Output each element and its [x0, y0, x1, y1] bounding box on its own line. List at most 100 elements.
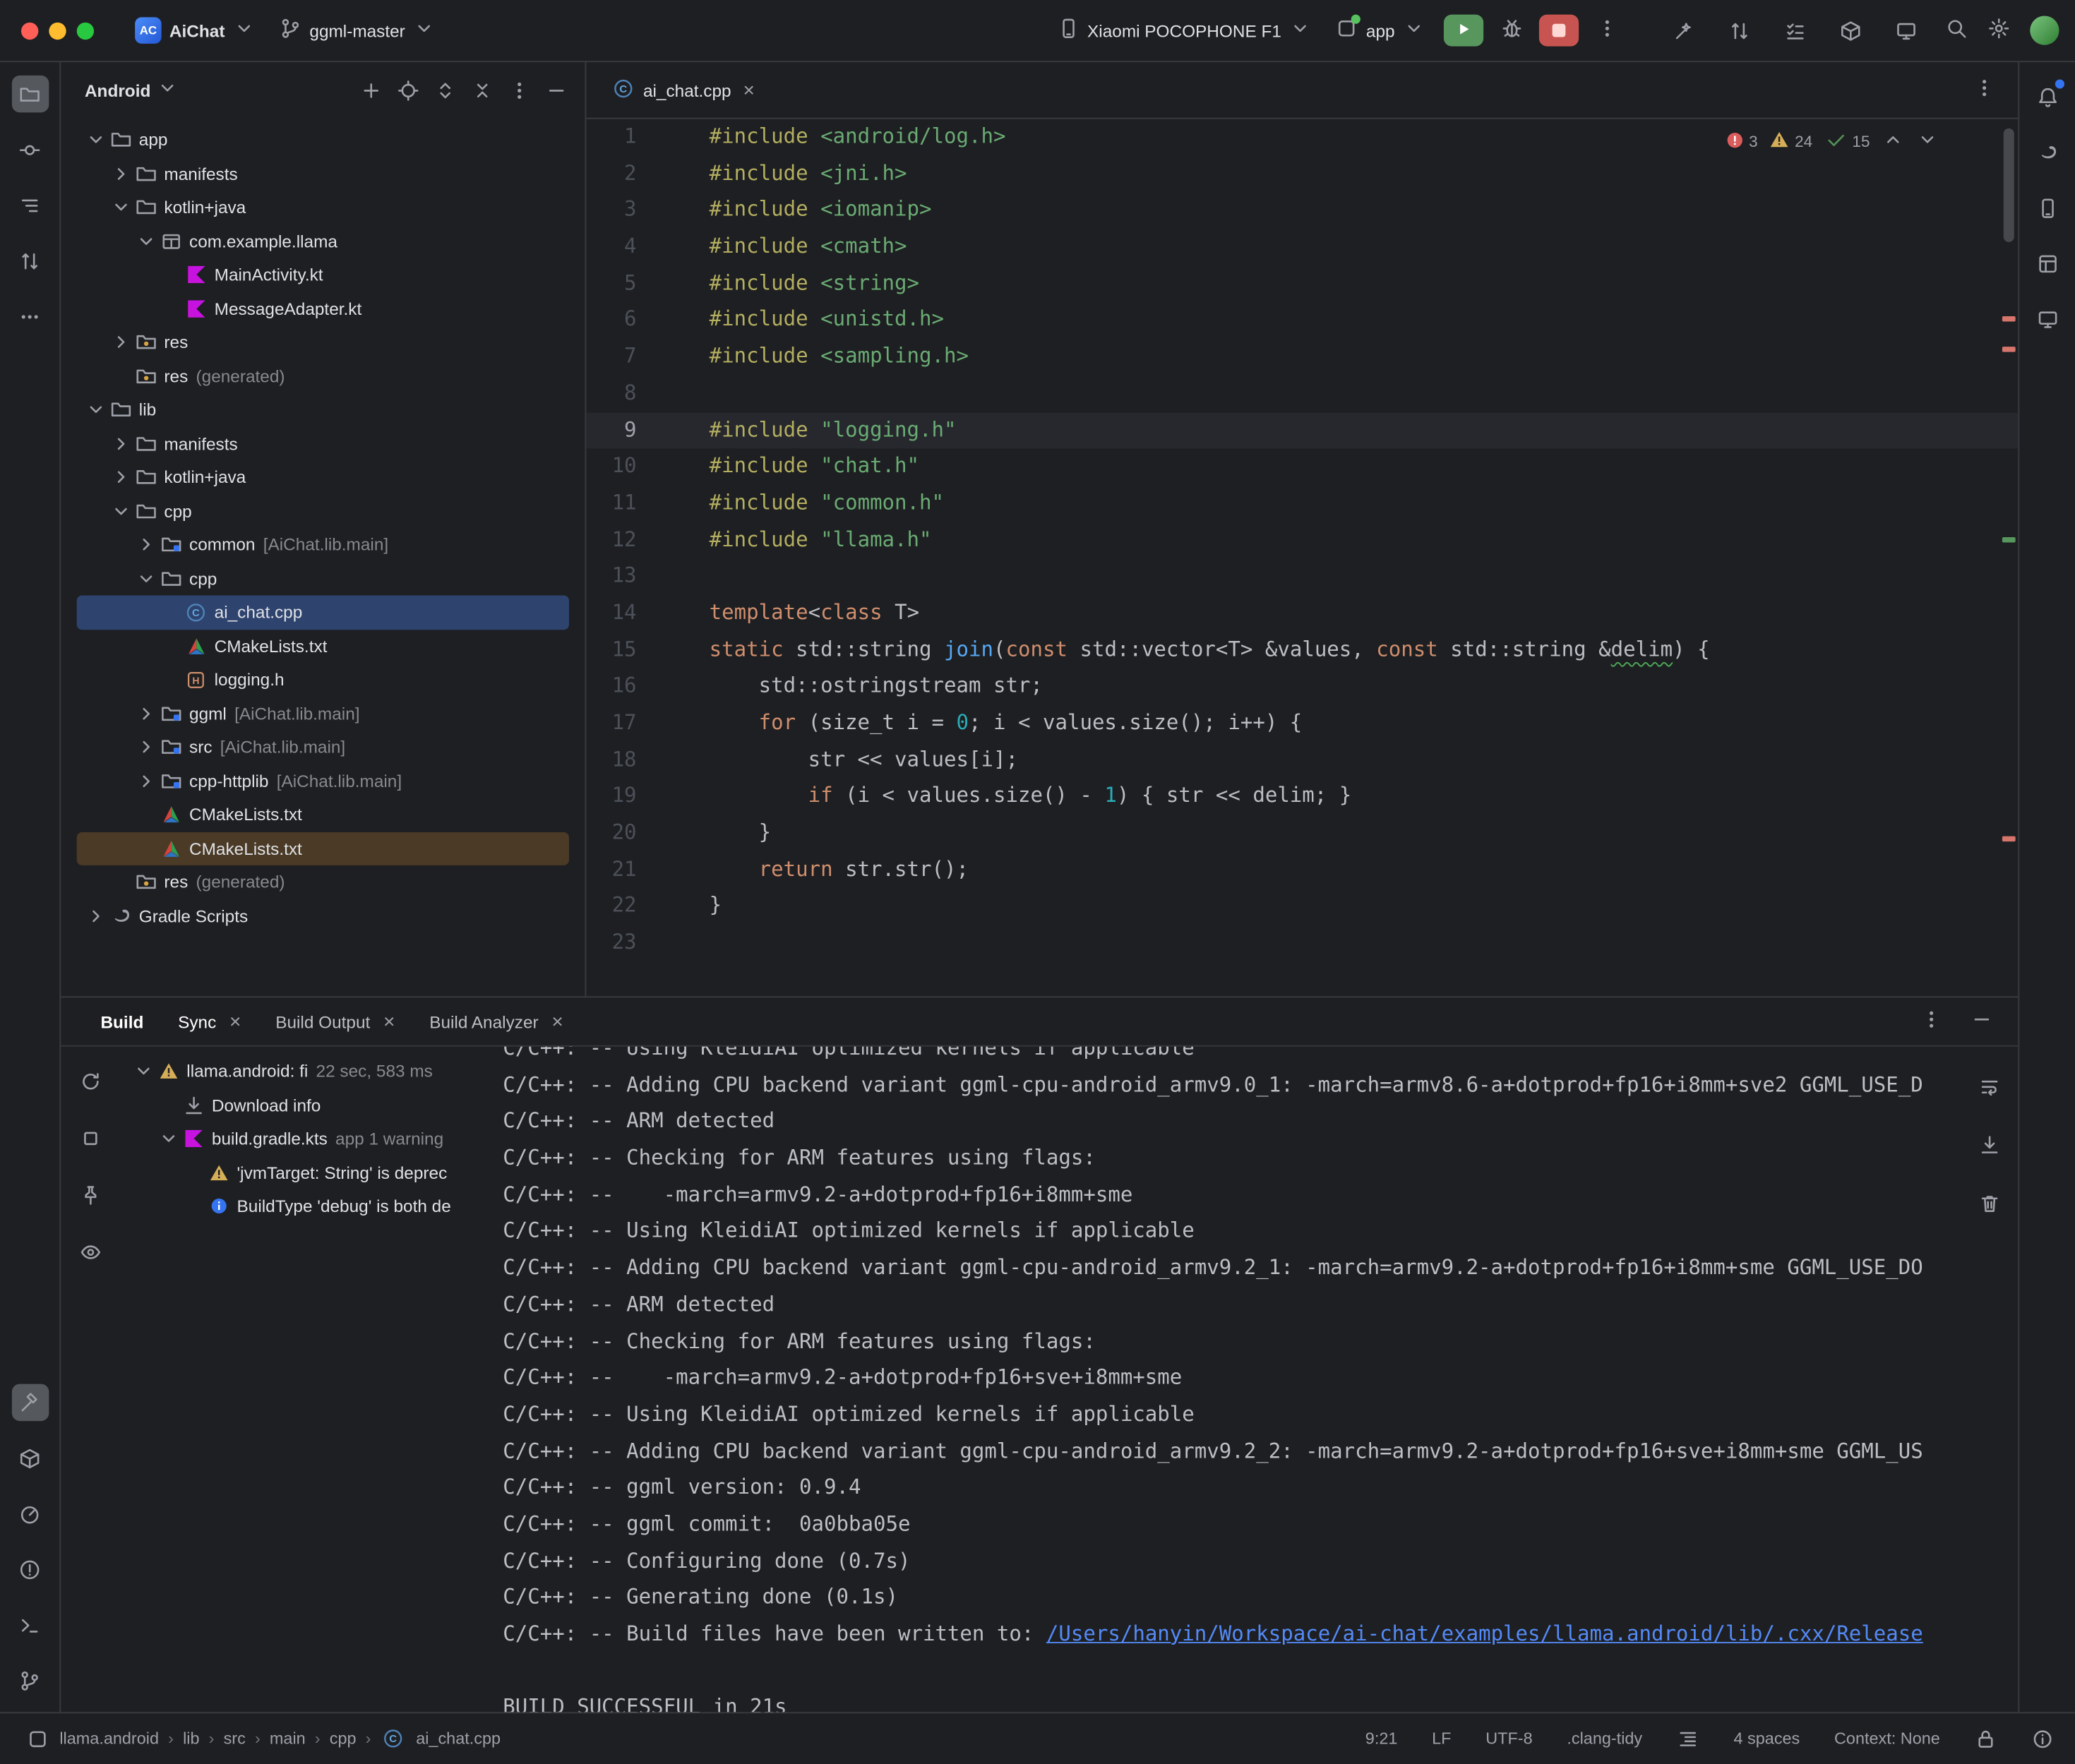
code-line[interactable]: 8 [586, 376, 2018, 412]
todo-button[interactable] [1776, 12, 1812, 49]
tool-stripe-problems-button[interactable] [11, 1551, 48, 1588]
tool-stripe-soft-wrap-button[interactable] [1971, 1068, 2007, 1105]
code-line[interactable]: 2#include <jni.h> [586, 156, 2018, 193]
close-tab-icon[interactable]: × [229, 1010, 241, 1033]
project-tree-item-com-example-llama[interactable]: com.example.llama [77, 224, 569, 258]
close-tab-icon[interactable]: × [551, 1010, 563, 1033]
breadcrumb-item[interactable]: cpp [330, 1729, 357, 1748]
context-widget[interactable]: Context: None [1834, 1729, 1940, 1748]
project-view-selector[interactable]: Android [85, 80, 150, 100]
build-tree-item-download-info[interactable]: Download info [124, 1088, 498, 1122]
info-circle-icon[interactable] [2031, 1727, 2054, 1750]
tool-stripe-project-button[interactable] [11, 76, 48, 112]
build-tree-item-jvmtarget-string-is-deprec[interactable]: 'jvmTarget: String' is deprec [124, 1156, 498, 1189]
tool-stripe-clear-all-button[interactable] [1971, 1184, 2007, 1221]
collapse-all-button[interactable] [466, 74, 498, 106]
breadcrumb-item[interactable]: src [224, 1729, 246, 1748]
hide-build-panel-button[interactable] [1963, 1003, 1999, 1040]
code-line[interactable]: 13 [586, 558, 2018, 595]
stop-button[interactable] [1539, 15, 1579, 47]
project-tree-item-cmakelists-txt[interactable]: CMakeLists.txt [77, 629, 569, 663]
add-button[interactable] [354, 74, 386, 106]
code-line[interactable]: 15static std::string join(const std::vec… [586, 632, 2018, 668]
project-tree-item-cpp[interactable]: cpp [77, 494, 569, 528]
project-tree-item-res[interactable]: res [77, 325, 569, 359]
code-review-button[interactable] [1721, 12, 1757, 49]
tool-stripe-layout-inspector-button[interactable] [2028, 245, 2065, 282]
build-tree-item-llama-android-fi[interactable]: llama.android: fi22 sec, 583 ms [124, 1055, 498, 1088]
project-selector[interactable]: AC AiChat [126, 12, 265, 49]
project-tree-item-cmakelists-txt[interactable]: CMakeLists.txt [77, 832, 569, 865]
project-tree-item-src[interactable]: src[AiChat.lib.main] [77, 731, 569, 764]
code-line[interactable]: 9#include "logging.h" [586, 412, 2018, 449]
code-line[interactable]: 4#include <cmath> [586, 229, 2018, 265]
code-line[interactable]: 5#include <string> [586, 265, 2018, 302]
settings-button[interactable] [1980, 12, 2016, 49]
tool-stripe-dependencies-button[interactable] [11, 1439, 48, 1476]
more-options-button[interactable] [503, 74, 534, 106]
project-tree-item-ggml[interactable]: ggml[AiChat.lib.main] [77, 697, 569, 731]
build-options-button[interactable] [1912, 1003, 1949, 1040]
build-tree-item-buildtype-debug-is-both-de[interactable]: BuildType 'debug' is both de [124, 1189, 498, 1223]
code-line[interactable]: 20 } [586, 815, 2018, 852]
tool-stripe-filter-button[interactable] [71, 1233, 108, 1270]
project-tree-item-cpp[interactable]: cpp [77, 562, 569, 596]
project-tree-item-manifests[interactable]: manifests [77, 426, 569, 460]
project-tree-item-cpp-httplib[interactable]: cpp-httplib[AiChat.lib.main] [77, 764, 569, 798]
tool-stripe-running-devices-button[interactable] [2028, 300, 2065, 337]
code-line[interactable]: 18 str << values[i]; [586, 742, 2018, 779]
code-editor[interactable]: 1#include <android/log.h>2#include <jni.… [586, 119, 2018, 997]
search-everywhere-button[interactable] [1937, 12, 1974, 49]
plugins-button[interactable] [1831, 12, 1868, 49]
code-line[interactable]: 12#include "llama.h" [586, 522, 2018, 559]
tool-stripe-structure-button[interactable] [11, 186, 48, 223]
minimize-window-button[interactable] [49, 22, 66, 39]
build-tab-sync[interactable]: Sync× [178, 1010, 241, 1033]
tool-stripe-terminal-button[interactable] [11, 1606, 48, 1643]
indent-settings-icon[interactable] [1677, 1727, 1699, 1750]
code-line[interactable]: 23 [586, 925, 2018, 961]
project-tree-item-lib[interactable]: lib [77, 393, 569, 427]
breadcrumb-item[interactable]: ai_chat.cpp [416, 1729, 501, 1748]
indent-size[interactable]: 4 spaces [1733, 1729, 1800, 1748]
locate-button[interactable] [392, 74, 424, 106]
tool-stripe-rerun-button[interactable] [71, 1062, 108, 1099]
project-tree-item-common[interactable]: common[AiChat.lib.main] [77, 528, 569, 562]
build-tab-build-analyzer[interactable]: Build Analyzer× [429, 1010, 563, 1033]
breadcrumb-item[interactable]: llama.android [59, 1729, 159, 1748]
close-window-button[interactable] [21, 22, 38, 39]
tool-stripe-gradle-button[interactable] [2028, 133, 2065, 170]
project-tree-item-res[interactable]: res(generated) [77, 865, 569, 899]
tool-stripe-stop-button[interactable] [71, 1120, 108, 1156]
run-configuration-selector[interactable]: app [1327, 12, 1435, 49]
project-tree-item-messageadapter-kt[interactable]: MessageAdapter.kt [77, 292, 569, 325]
line-ending[interactable]: LF [1432, 1729, 1451, 1748]
analyzer-status[interactable]: .clang-tidy [1567, 1729, 1642, 1748]
caret-position[interactable]: 9:21 [1365, 1729, 1398, 1748]
project-tree-item-res[interactable]: res(generated) [77, 359, 569, 393]
tool-stripe-pin-button[interactable] [71, 1176, 108, 1213]
close-tab-icon[interactable]: × [743, 79, 754, 102]
maximize-window-button[interactable] [77, 22, 94, 39]
editor-scrollbar[interactable] [2004, 128, 2014, 242]
project-tree-item-gradle-scripts[interactable]: Gradle Scripts [77, 899, 569, 933]
tool-stripe-commit-button[interactable] [11, 131, 48, 168]
inspections-widget[interactable]: 3 24 15 [1717, 126, 1947, 157]
code-line[interactable]: 10#include "chat.h" [586, 449, 2018, 486]
file-encoding[interactable]: UTF-8 [1485, 1729, 1532, 1748]
more-run-options-button[interactable] [1588, 12, 1625, 49]
tool-stripe-pull-requests-button[interactable] [11, 242, 48, 279]
device-selector[interactable]: Xiaomi POCOPHONE F1 [1048, 12, 1321, 49]
tool-stripe-build-button[interactable] [11, 1384, 48, 1421]
ai-actions-button[interactable] [1665, 12, 1702, 49]
lock-icon[interactable] [1975, 1727, 1997, 1750]
project-tree-item-kotlin-java[interactable]: kotlin+java [77, 460, 569, 494]
breadcrumb-item[interactable]: lib [183, 1729, 199, 1748]
tool-stripe-more-tools-button[interactable] [11, 298, 48, 335]
tool-stripe-notifications-button[interactable] [2028, 78, 2065, 115]
code-line[interactable]: 22} [586, 889, 2018, 925]
hide-panel-button[interactable] [540, 74, 572, 106]
close-tab-icon[interactable]: × [383, 1010, 395, 1033]
device-mirroring-button[interactable] [1887, 12, 1924, 49]
breadcrumb-item[interactable]: main [270, 1729, 306, 1748]
